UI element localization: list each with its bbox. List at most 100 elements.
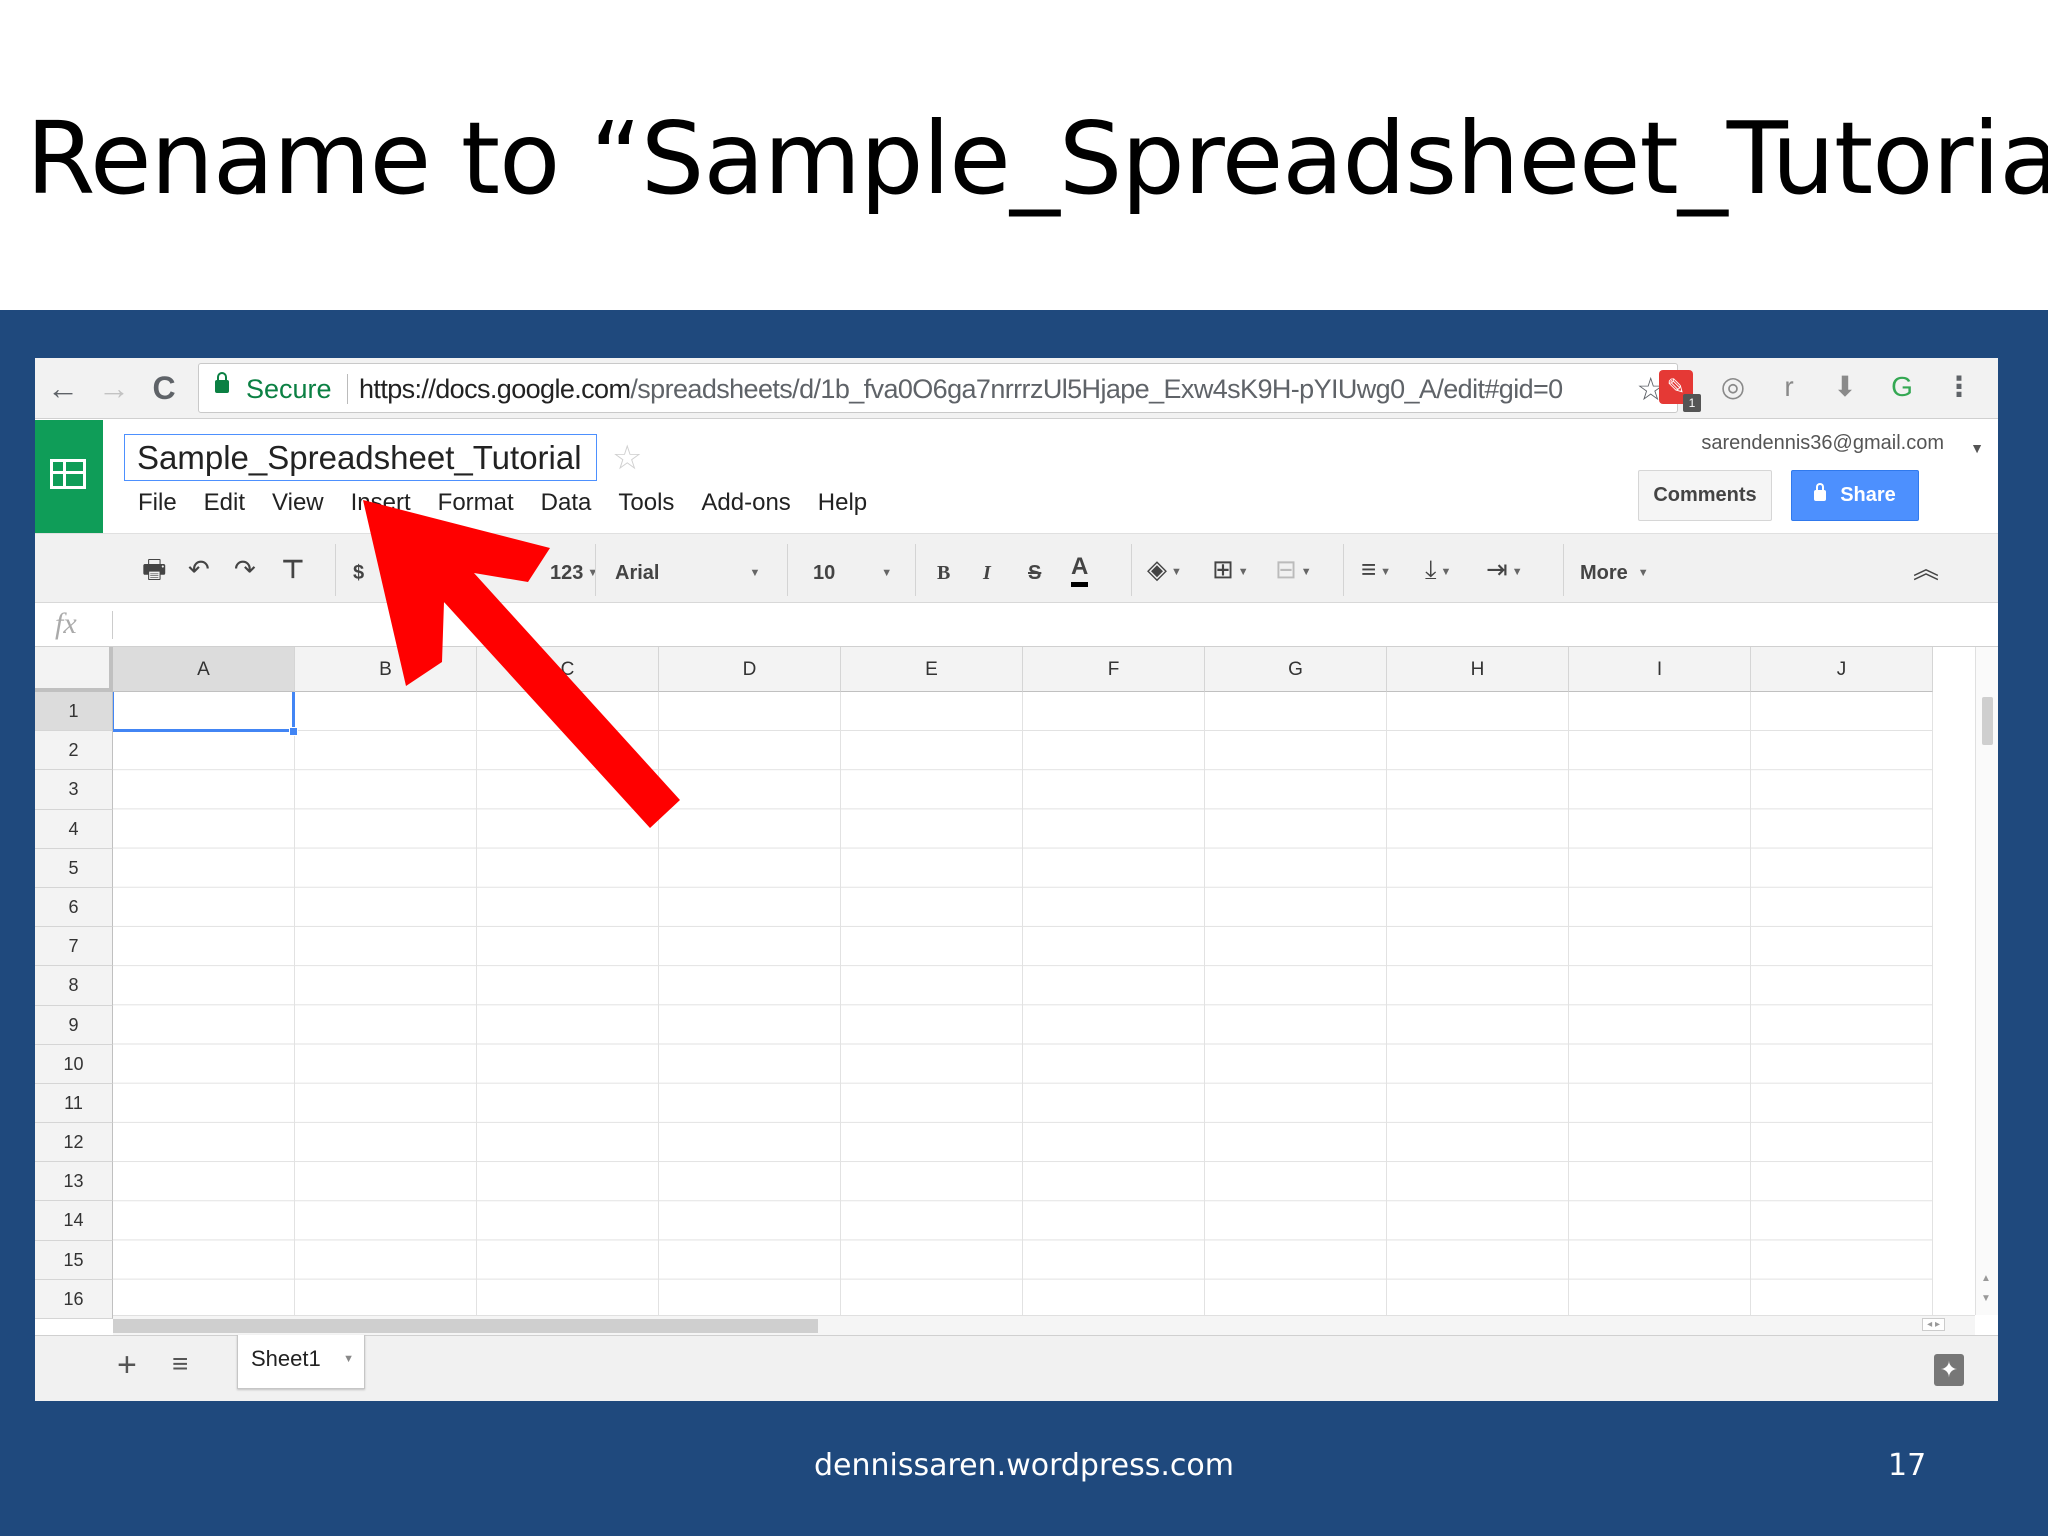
row-header[interactable]: 11 — [35, 1083, 113, 1124]
column-header[interactable]: J — [1751, 647, 1933, 692]
column-header[interactable]: C — [477, 647, 659, 692]
font-size-value: 10 — [813, 562, 836, 584]
fill-handle[interactable] — [289, 727, 298, 736]
cell-area[interactable] — [113, 692, 1933, 1319]
ext-red-icon[interactable]: ✎ 1 — [1659, 370, 1701, 412]
row-header[interactable]: 8 — [35, 966, 113, 1006]
bold-button[interactable]: B — [937, 556, 950, 590]
reload-icon[interactable]: C — [146, 370, 182, 406]
undo-icon[interactable]: ↶ — [188, 552, 210, 586]
lock-icon — [1814, 483, 1827, 501]
chevron-down-icon: ▼ — [1511, 566, 1523, 578]
vertical-align-icon[interactable]: ⤓ ▼ — [1425, 552, 1451, 592]
scroll-up-icon[interactable]: ▲ — [1981, 1273, 1991, 1284]
collapse-icon[interactable]: ︽ — [1913, 552, 1939, 586]
add-sheet-icon[interactable]: + — [117, 1346, 137, 1385]
ext-download-icon[interactable]: ⬇ — [1828, 370, 1862, 404]
row-header[interactable]: 4 — [35, 809, 113, 849]
row-header[interactable]: 6 — [35, 887, 113, 928]
horizontal-scrollbar[interactable]: ◂ ▸ — [113, 1315, 1975, 1335]
row-header[interactable]: 7 — [35, 927, 113, 967]
paint-format-icon[interactable]: ⊤ — [281, 552, 305, 586]
formula-divider — [112, 611, 113, 639]
menu-format[interactable]: Format — [438, 489, 514, 523]
print-icon[interactable]: 🖶 — [142, 552, 167, 586]
text-color-button[interactable]: A — [1071, 552, 1089, 587]
horizontal-scroll-thumb[interactable] — [113, 1319, 818, 1333]
document-title-input[interactable]: Sample_Spreadsheet_Tutorial — [124, 434, 597, 481]
currency-button[interactable]: $ — [353, 556, 364, 590]
spreadsheet-grid[interactable]: A B C D E F G H I J 1 2 3 4 5 6 7 8 9 10… — [35, 647, 1998, 1319]
row-header[interactable]: 1 — [35, 692, 113, 732]
row-header[interactable]: 3 — [35, 770, 113, 810]
screenshot: ← → C Secure https://docs.google.com/spr… — [35, 358, 1998, 1401]
address-bar[interactable]: Secure https://docs.google.com/spreadshe… — [198, 363, 1678, 413]
menu-addons[interactable]: Add-ons — [701, 489, 790, 523]
italic-button[interactable]: I — [983, 556, 991, 590]
column-header[interactable]: I — [1569, 647, 1751, 692]
row-header[interactable]: 5 — [35, 848, 113, 888]
ext-grammarly-icon[interactable]: G — [1885, 370, 1919, 404]
select-all-corner[interactable] — [35, 647, 113, 692]
more-formats-button[interactable]: 123 ▼ — [550, 556, 598, 593]
row-header[interactable]: 2 — [35, 731, 113, 771]
merge-cells-icon[interactable]: ⊟ ▼ — [1275, 552, 1312, 592]
more-button[interactable]: More ▼ — [1580, 556, 1649, 593]
comments-button[interactable]: Comments — [1638, 470, 1772, 521]
chevron-down-icon[interactable]: ▼ — [343, 1353, 354, 1365]
chevron-down-icon: ▼ — [1300, 566, 1312, 578]
column-header[interactable]: G — [1205, 647, 1387, 692]
column-header[interactable]: H — [1387, 647, 1569, 692]
column-header[interactable]: D — [659, 647, 841, 692]
sheet-tab[interactable]: Sheet1 ▼ — [237, 1335, 365, 1389]
explore-icon[interactable]: ✦ — [1934, 1354, 1964, 1386]
text-wrap-icon[interactable]: ⇥ ▼ — [1486, 552, 1523, 592]
scroll-down-icon[interactable]: ▼ — [1981, 1293, 1991, 1304]
row-header[interactable]: 15 — [35, 1240, 113, 1280]
row-header[interactable]: 13 — [35, 1162, 113, 1202]
share-button[interactable]: Share — [1791, 470, 1919, 521]
menu-help[interactable]: Help — [818, 489, 867, 523]
row-header[interactable]: 16 — [35, 1279, 113, 1319]
share-label: Share — [1840, 484, 1896, 506]
align-left-icon[interactable]: ≡ ▼ — [1361, 552, 1391, 592]
account-email[interactable]: sarendennis36@gmail.com — [1701, 432, 1944, 455]
vertical-scroll-thumb[interactable] — [1982, 697, 1993, 745]
column-header[interactable]: B — [295, 647, 477, 692]
back-icon[interactable]: ← — [45, 370, 81, 406]
active-cell-a1[interactable] — [113, 692, 295, 732]
font-size-select[interactable]: 10 ▼ — [813, 556, 892, 593]
column-header[interactable]: A — [113, 647, 295, 692]
menu-insert[interactable]: Insert — [351, 489, 411, 523]
redo-icon[interactable]: ↷ — [234, 552, 256, 586]
scroll-left-right-icon[interactable]: ◂ ▸ — [1922, 1318, 1945, 1331]
column-header[interactable]: E — [841, 647, 1023, 692]
vertical-scrollbar[interactable]: ▲ ▼ — [1975, 647, 1998, 1315]
row-header[interactable]: 14 — [35, 1201, 113, 1241]
menu-file[interactable]: File — [138, 489, 177, 523]
row-header[interactable]: 10 — [35, 1044, 113, 1084]
url-path: /spreadsheets/d/1b_fva0O6ga7nrrrzUl5Hjap… — [630, 374, 1563, 404]
strikethrough-button[interactable]: S — [1028, 556, 1041, 590]
menu-edit[interactable]: Edit — [204, 489, 245, 523]
ext-r-icon[interactable]: r — [1772, 370, 1806, 404]
menu-view[interactable]: View — [272, 489, 324, 523]
star-icon[interactable]: ☆ — [612, 438, 642, 478]
menu-dots-icon[interactable]: ⋮ — [1942, 370, 1976, 404]
sheets-logo[interactable] — [35, 420, 103, 533]
formula-bar[interactable]: fx — [35, 603, 1998, 647]
all-sheets-icon[interactable]: ≡ — [172, 1348, 188, 1380]
row-header[interactable]: 9 — [35, 1005, 113, 1045]
menu-data[interactable]: Data — [541, 489, 592, 523]
forward-icon[interactable]: → — [96, 370, 132, 406]
page-number: 17 — [1888, 1448, 1927, 1483]
row-header[interactable]: 12 — [35, 1123, 113, 1163]
borders-icon[interactable]: ⊞ ▼ — [1212, 552, 1249, 592]
url-text[interactable]: https://docs.google.com/spreadsheets/d/1… — [359, 374, 1563, 405]
menu-tools[interactable]: Tools — [618, 489, 674, 523]
fill-color-icon[interactable]: ◈ ▼ — [1147, 552, 1182, 592]
ext-gray-icon[interactable]: ◎ — [1716, 370, 1750, 404]
font-select[interactable]: Arial ▼ — [615, 556, 760, 593]
chevron-down-icon[interactable]: ▼ — [1970, 440, 1984, 456]
column-header[interactable]: F — [1023, 647, 1205, 692]
